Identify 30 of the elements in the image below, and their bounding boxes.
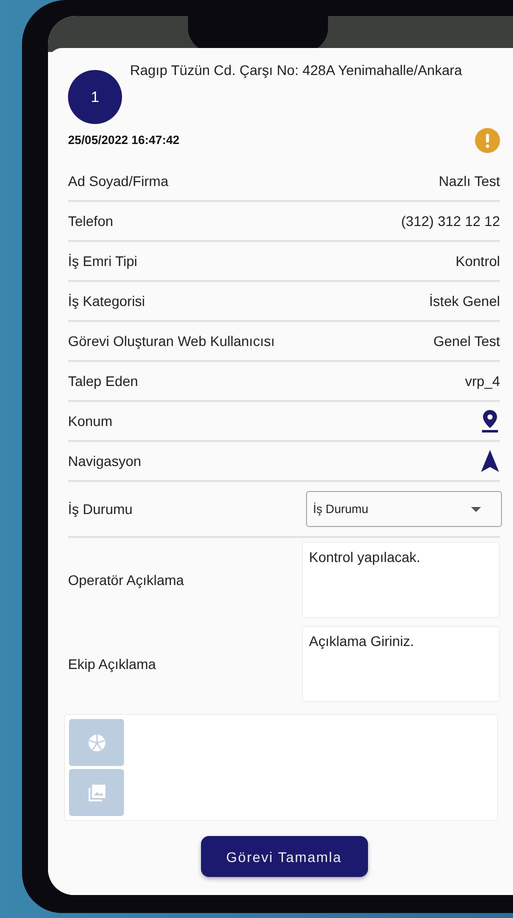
field-label: Görevi Oluşturan Web Kullanıcısı — [68, 333, 275, 349]
aperture-icon — [86, 732, 106, 752]
field-value: vrp_4 — [464, 373, 500, 389]
field-label: İş Emri Tipi — [68, 253, 138, 269]
comment-field[interactable]: Kontrol yapılacak. — [302, 542, 500, 618]
field-value: (312) 312 12 12 — [401, 213, 500, 229]
field-value: Genel Test — [433, 333, 500, 349]
field-label: Navigasyon — [68, 453, 142, 469]
field-label: Ad Soyad/Firma — [68, 173, 168, 189]
location-pin-icon[interactable] — [480, 409, 500, 433]
order-number-badge: 1 — [68, 70, 122, 124]
field-label: Telefon — [68, 213, 114, 229]
field-value: İstek Genel — [429, 293, 500, 309]
address-text: Ragıp Tüzün Cd. Çarşı No: 428A Yenimahalle/Ankara — [130, 62, 462, 80]
field-label: İş Durumu — [68, 501, 133, 517]
warning-icon[interactable] — [475, 128, 500, 152]
complete-task-button[interactable]: Görevi Tamamla — [200, 836, 368, 877]
field-label: Ekip Açıklama — [68, 656, 156, 672]
field-label: Konum — [68, 413, 112, 429]
date-time-text: 25/05/2022 16:47:42 — [68, 133, 180, 147]
field-value: Nazlı Test — [438, 173, 500, 189]
field-label: İş Kategorisi — [68, 293, 146, 309]
caret-icon — [471, 506, 481, 512]
image-gallery-icon — [86, 782, 106, 802]
navigation-arrow-icon[interactable] — [480, 449, 500, 473]
comment-field[interactable]: Açıklama Giriniz. — [302, 626, 500, 702]
field-label: Operatör Açıklama — [68, 572, 184, 588]
status-dropdown[interactable]: İş Durumu — [306, 491, 502, 527]
field-value: Kontrol — [456, 253, 500, 269]
field-label: Talep Eden — [68, 373, 138, 389]
